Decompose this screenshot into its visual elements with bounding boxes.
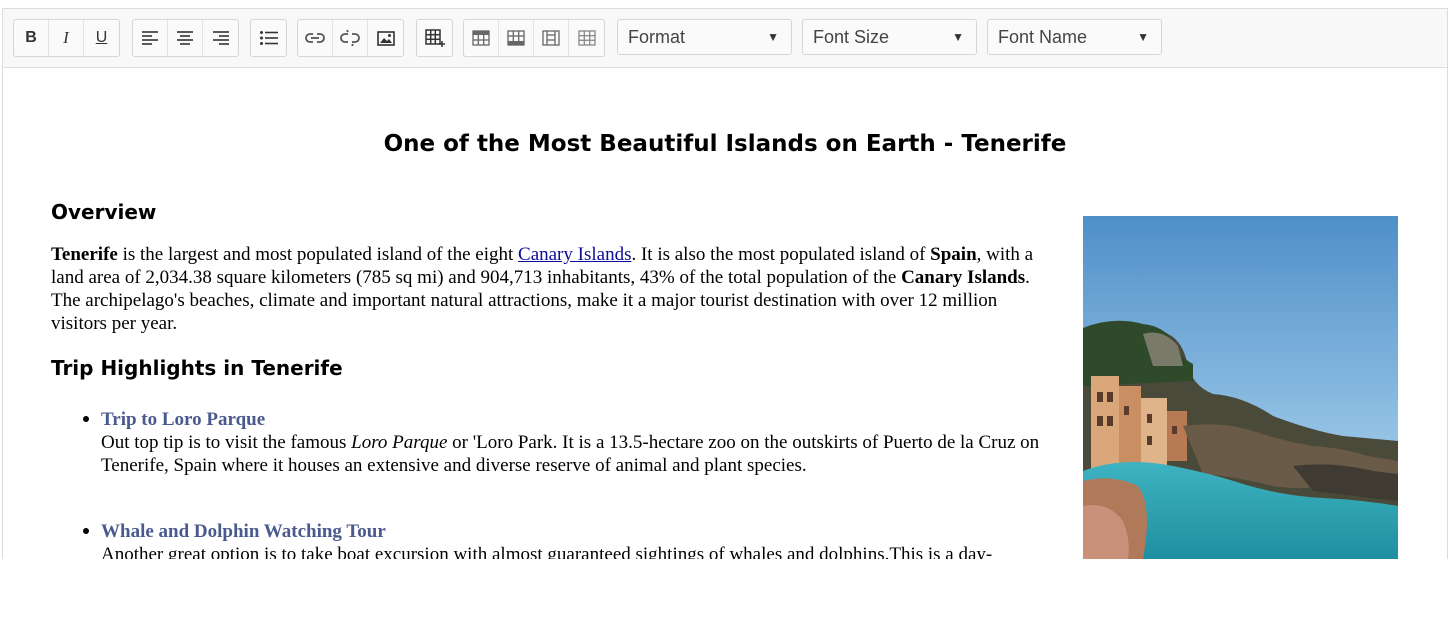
tenerife-coast-image[interactable] (1083, 216, 1398, 559)
highlights-heading: Trip Highlights in Tenerife (51, 356, 343, 380)
editor-toolbar: B I U Format ▼ Font Size ▼ Font Name ▼ (3, 9, 1447, 68)
column-insert-icon (542, 30, 560, 46)
rich-text-editor: B I U Format ▼ Font Size ▼ Font Name ▼ O… (2, 8, 1448, 559)
underline-icon: U (95, 29, 108, 46)
bullet-icon (83, 528, 89, 534)
canary-islands-link[interactable]: Canary Islands (518, 244, 631, 265)
row-insert-below-icon (507, 30, 525, 46)
table-insert-icon (424, 29, 445, 47)
overview-paragraph: Tenerife is the largest and most populat… (51, 244, 1034, 334)
chevron-down-icon: ▼ (952, 30, 964, 44)
align-left-button[interactable] (133, 20, 168, 56)
document-title: One of the Most Beautiful Islands on Ear… (383, 131, 1067, 157)
alignment-group (132, 19, 239, 57)
coast-photo-graphic (1083, 216, 1398, 559)
table-grid-icon (577, 30, 596, 46)
bold-button[interactable]: B (14, 20, 49, 56)
font-size-select-label: Font Size (813, 27, 890, 47)
insert-table-button[interactable] (417, 20, 452, 56)
insert-link-button[interactable] (298, 20, 333, 56)
link-icon (305, 33, 325, 43)
italic-icon: I (63, 28, 69, 47)
chevron-down-icon: ▼ (1137, 30, 1149, 44)
highlight-title-loro-parque: Trip to Loro Parque (101, 409, 266, 430)
image-icon (376, 30, 395, 46)
text-style-group: B I U (13, 19, 120, 57)
table-row-above-button[interactable] (464, 20, 499, 56)
bullet-list-icon (259, 31, 278, 45)
bullet-list-button[interactable] (251, 20, 286, 56)
highlight-title-whale-tour: Whale and Dolphin Watching Tour (101, 521, 386, 542)
insert-image-button[interactable] (368, 20, 403, 56)
unlink-icon (340, 30, 360, 46)
insert-group (297, 19, 404, 57)
unlink-button[interactable] (333, 20, 368, 56)
italic-button[interactable]: I (49, 20, 84, 56)
bullet-icon (83, 416, 89, 422)
table-delete-button[interactable] (569, 20, 604, 56)
align-center-button[interactable] (168, 20, 203, 56)
align-right-icon (212, 31, 229, 45)
align-left-icon (142, 31, 158, 45)
table-column-button[interactable] (534, 20, 569, 56)
align-right-button[interactable] (203, 20, 238, 56)
bold-icon: B (25, 29, 37, 46)
format-select-label: Format (628, 27, 686, 47)
table-edit-group (463, 19, 605, 57)
table-insert-group (416, 19, 453, 57)
highlight-text-whale-tour: Another great option is to take boat exc… (101, 544, 993, 559)
highlight-text-loro-parque: Out top tip is to visit the famous Loro … (101, 432, 1040, 476)
overview-heading: Overview (51, 200, 157, 224)
underline-button[interactable]: U (84, 20, 119, 56)
spain-bold: Spain (930, 244, 977, 265)
font-name-select[interactable]: Font Name ▼ (987, 19, 1162, 55)
format-select[interactable]: Format ▼ (617, 19, 792, 55)
list-group (250, 19, 287, 57)
font-size-select[interactable]: Font Size ▼ (802, 19, 977, 55)
table-row-below-button[interactable] (499, 20, 534, 56)
font-name-select-label: Font Name (998, 27, 1088, 47)
row-insert-above-icon (472, 30, 490, 46)
chevron-down-icon: ▼ (767, 30, 779, 44)
editor-content-area[interactable]: One of the Most Beautiful Islands on Ear… (3, 68, 1447, 559)
tenerife-bold: Tenerife (51, 244, 118, 265)
align-center-icon (177, 31, 193, 45)
canary-islands-bold: Canary Islands (901, 267, 1026, 288)
